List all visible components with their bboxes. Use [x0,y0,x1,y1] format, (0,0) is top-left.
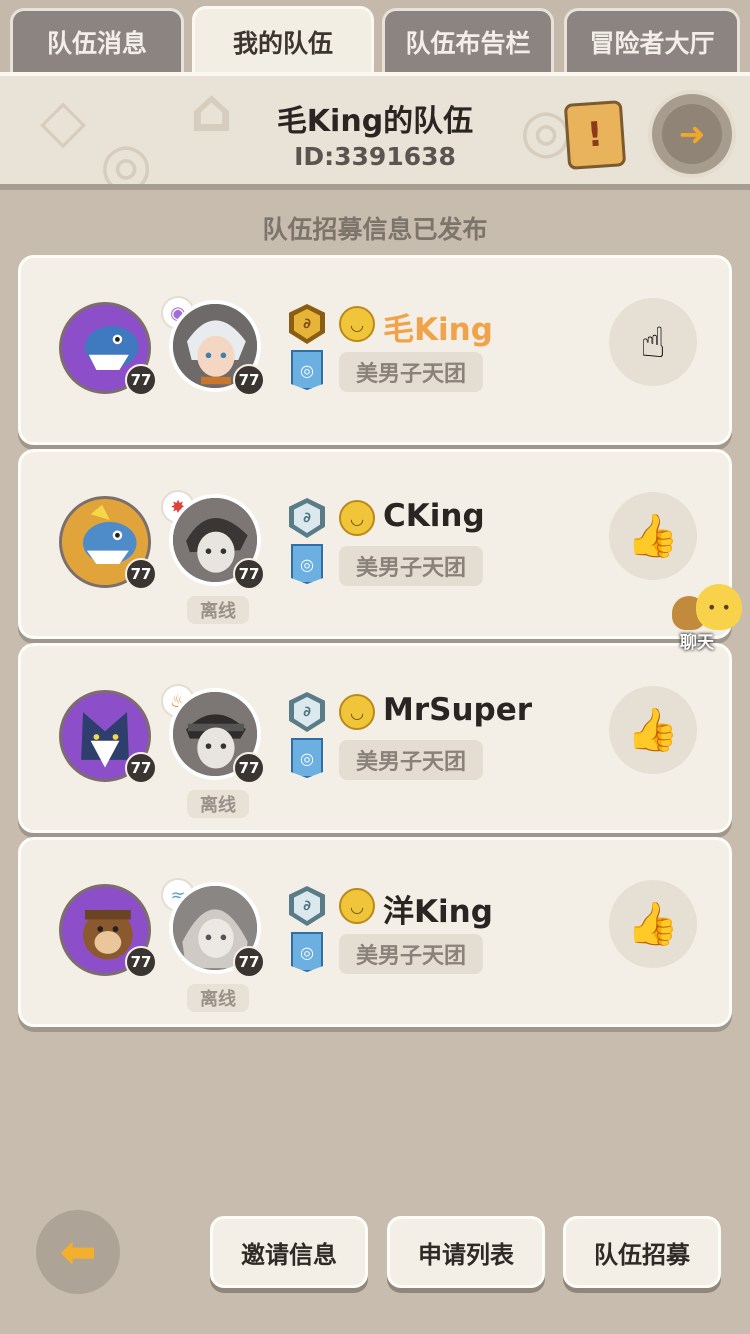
member-name: MrSuper [383,692,533,728]
offline-status: 离线 [187,790,249,818]
guild-flag-icon: ◎ [291,350,323,390]
tab-team-messages[interactable]: 队伍消息 [10,8,184,72]
member-name: 毛King [383,312,493,348]
member-name: 洋King [383,894,493,930]
emoji-face-icon: ◡ [339,694,375,730]
member-name: CKing [383,498,485,534]
chat-button[interactable]: • • 聊天 [670,582,750,653]
like-button[interactable]: 👍 [609,686,697,774]
rank-badge-silver-icon: ∂ [289,498,325,538]
application-list-button[interactable]: 申请列表 [387,1216,545,1288]
offline-status: 离线 [187,984,249,1012]
tab-team-bulletin[interactable]: 队伍布告栏 [382,8,554,72]
exit-team-button[interactable]: ➜ [648,90,736,178]
rank-badge-silver-icon: ∂ [289,692,325,732]
thumbs-up-icon: 👍 [626,705,680,754]
player-level-badge: 77 [233,558,265,590]
back-button[interactable]: ⬅ [36,1210,120,1294]
rank-badge-silver-icon: ∂ [289,886,325,926]
guild-name: 美男子天团 [339,352,483,392]
guild-flag-icon: ◎ [291,544,323,584]
leader-action-button[interactable]: ☝ [609,298,697,386]
tab-adventurer-hall[interactable]: 冒险者大厅 [564,8,740,72]
member-card: 77 ≈ 77 离线 ∂ ◡ 洋King ◎ 美男子天团 👍 [18,837,732,1027]
team-header: ◇ ⌂ ◎ ◎ 毛King的队伍 ID:3391638 ! ➜ [0,72,750,190]
team-title: 毛King的队伍 [276,104,474,139]
offline-status: 离线 [187,596,249,624]
guild-name: 美男子天团 [339,546,483,586]
player-level-badge: 77 [233,752,265,784]
rank-badge-gold-icon: ∂ [289,304,325,344]
member-card: 77 ✸ 77 离线 ∂ ◡ CKing ◎ 美男子天团 👍 [18,449,732,639]
tab-bar: 队伍消息 我的队伍 队伍布告栏 冒险者大厅 [0,0,750,74]
member-card: 77 ◉ 77 ∂ ◡ 毛King ◎ 美男子天团 ☝ [18,255,732,445]
like-button[interactable]: 👍 [609,880,697,968]
chat-face-icon: • • [696,584,742,630]
scroll-icon[interactable]: ! [563,100,627,170]
guild-name: 美男子天团 [339,740,483,780]
guild-name: 美男子天团 [339,934,483,974]
invite-info-button[interactable]: 邀请信息 [210,1216,368,1288]
guild-flag-icon: ◎ [291,932,323,972]
player-level-badge: 77 [233,946,265,978]
team-recruit-button[interactable]: 队伍招募 [563,1216,721,1288]
pet-level-badge: 77 [125,946,157,978]
recruit-status-text: 队伍招募信息已发布 [262,215,488,244]
member-card: 77 ♨ 77 离线 ∂ ◡ MrSuper ◎ 美男子天团 👍 [18,643,732,833]
emoji-face-icon: ◡ [339,500,375,536]
exit-door-icon: ➜ [662,104,722,164]
like-button[interactable]: 👍 [609,492,697,580]
emoji-face-icon: ◡ [339,306,375,342]
tab-my-team[interactable]: 我的队伍 [192,6,374,74]
thumbs-up-icon: 👍 [626,511,680,560]
pet-level-badge: 77 [125,364,157,396]
scroll-tap-icon: ☝ [640,317,666,367]
emoji-face-icon: ◡ [339,888,375,924]
chat-label: 聊天 [680,633,714,653]
player-level-badge: 77 [233,364,265,396]
thumbs-up-icon: 👍 [626,899,680,948]
pet-level-badge: 77 [125,752,157,784]
team-id: ID:3391638 [294,142,456,171]
guild-flag-icon: ◎ [291,738,323,778]
back-arrow-icon: ⬅ [59,1226,97,1278]
pet-level-badge: 77 [125,558,157,590]
